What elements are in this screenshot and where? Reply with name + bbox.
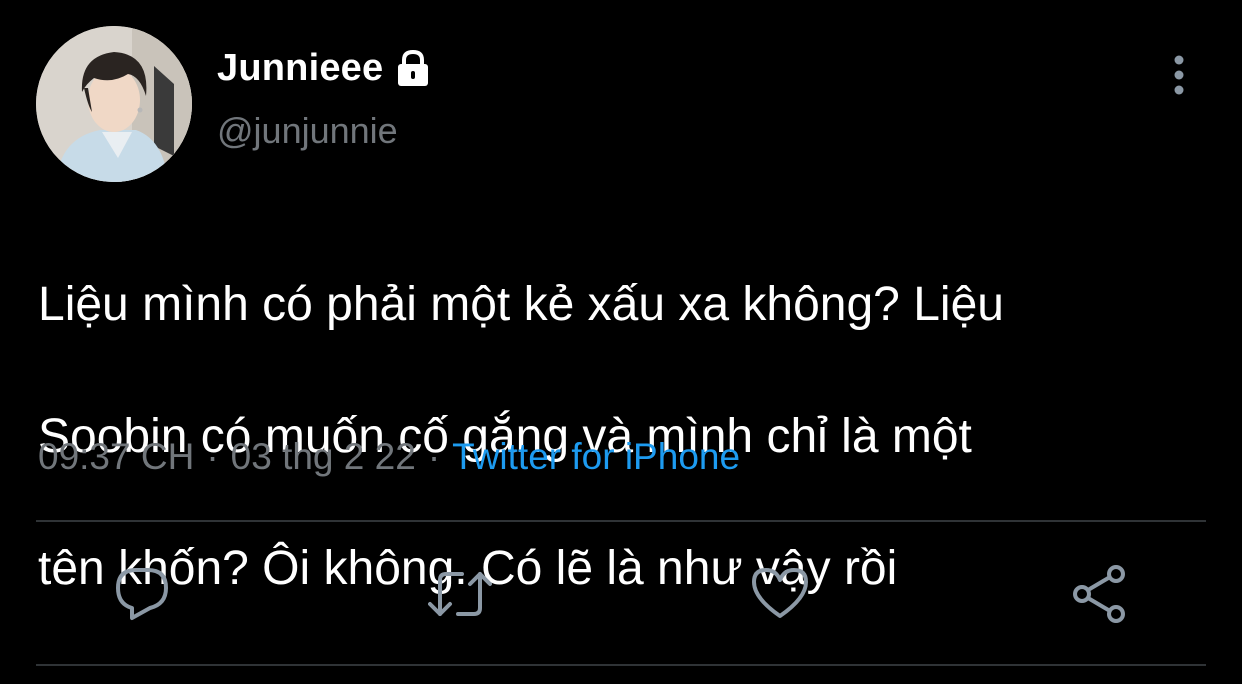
tweet-detail: Junnieee @junjunnie Liệu mình có phải mộ… xyxy=(0,0,1242,684)
retweet-button[interactable] xyxy=(428,562,492,626)
divider xyxy=(36,664,1206,666)
share-button[interactable] xyxy=(1068,562,1132,626)
like-button[interactable] xyxy=(748,562,812,626)
reply-button[interactable] xyxy=(110,562,174,626)
separator-dot: · xyxy=(427,436,441,477)
user-handle[interactable]: @junjunnie xyxy=(217,110,398,152)
action-bar xyxy=(0,562,1242,626)
tweet-time[interactable]: 09:37 CH xyxy=(38,436,194,477)
avatar[interactable] xyxy=(36,26,192,182)
divider xyxy=(36,520,1206,522)
reply-icon xyxy=(116,568,168,620)
avatar-image xyxy=(36,26,192,182)
separator-dot: · xyxy=(206,436,219,477)
tweet-text-line: Liệu mình có phải một kẻ xấu xa không? L… xyxy=(38,278,1004,331)
lock-icon xyxy=(393,48,433,88)
author-name-row: Junnieee xyxy=(217,40,433,96)
display-name[interactable]: Junnieee xyxy=(217,47,383,90)
share-icon xyxy=(1073,565,1125,623)
more-vertical-icon[interactable] xyxy=(1164,52,1194,98)
retweet-icon xyxy=(428,572,492,616)
tweet-metadata: 09:37 CH · 03 thg 2 22 · Twitter for iPhone xyxy=(38,436,740,478)
tweet-date[interactable]: 03 thg 2 22 xyxy=(231,436,416,477)
heart-icon xyxy=(752,568,808,618)
tweet-source-link[interactable]: Twitter for iPhone xyxy=(452,436,740,477)
